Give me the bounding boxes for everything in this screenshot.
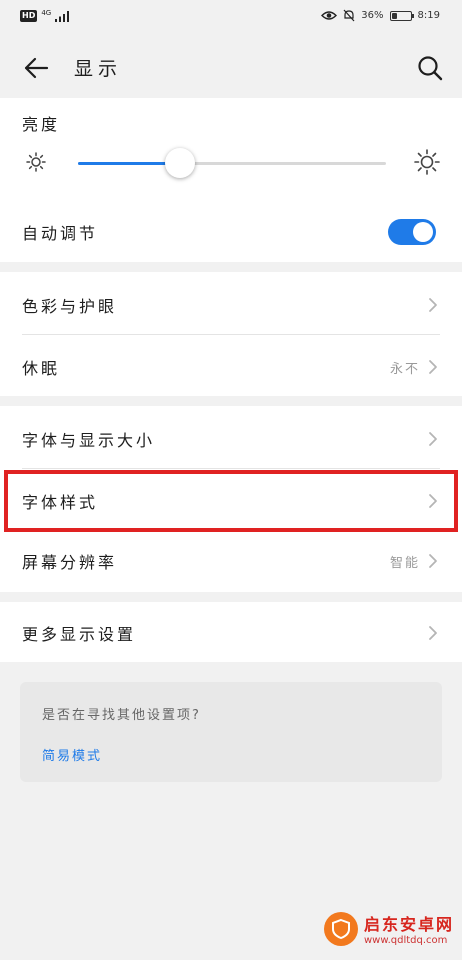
search-icon xyxy=(418,56,443,81)
suggestion-card: 是否在寻找其他设置项? 简易模式 xyxy=(20,682,442,782)
status-bar: HD 4G 36% 8:19 xyxy=(0,0,462,36)
chevron-right-icon xyxy=(429,554,437,568)
status-left: HD 4G xyxy=(20,9,70,22)
battery-percent: 36% xyxy=(361,10,384,21)
settings-row-font-display-size[interactable]: 字体与显示大小 xyxy=(0,406,462,472)
watermark-logo-icon xyxy=(323,911,358,946)
chevron-right-icon xyxy=(429,626,437,640)
watermark: 启东安卓网 www.qdltdq.com xyxy=(323,911,454,946)
signal-icon xyxy=(55,10,70,22)
toggle-knob xyxy=(413,222,433,242)
hd-badge: HD xyxy=(20,10,38,22)
auto-adjust-toggle[interactable] xyxy=(388,219,436,245)
suggestion-question: 是否在寻找其他设置项? xyxy=(42,708,201,723)
battery-level-fill xyxy=(391,12,397,19)
brightness-high-icon xyxy=(414,149,440,175)
brightness-slider-thumb[interactable] xyxy=(164,148,195,178)
shield-logo-icon xyxy=(331,918,350,939)
highlight-box xyxy=(4,470,458,532)
brightness-slider[interactable] xyxy=(78,148,386,178)
chevron-right-icon xyxy=(429,432,437,446)
brightness-card: 亮度 自动调节 xyxy=(0,98,462,262)
back-button[interactable] xyxy=(18,50,54,86)
settings-row-sleep[interactable]: 休眠 永不 xyxy=(0,334,462,400)
mute-bell-icon xyxy=(343,9,355,22)
chevron-right-icon xyxy=(429,298,437,312)
settings-row-more-display[interactable]: 更多显示设置 xyxy=(0,600,462,666)
page-title: 显示 xyxy=(74,58,123,80)
watermark-name: 启东安卓网 xyxy=(363,915,454,934)
settings-row-color-eye[interactable]: 色彩与护眼 xyxy=(0,272,462,338)
auto-adjust-label: 自动调节 xyxy=(22,224,99,243)
row-label: 更多显示设置 xyxy=(22,625,137,644)
row-value: 永不 xyxy=(389,362,420,377)
eye-icon xyxy=(321,11,338,20)
back-arrow-icon xyxy=(24,57,49,79)
battery-icon xyxy=(389,10,414,21)
brightness-label: 亮度 xyxy=(22,115,61,134)
search-button[interactable] xyxy=(412,50,448,86)
app-bar: 显示 xyxy=(0,36,462,100)
watermark-url: www.qdltdq.com xyxy=(363,935,448,946)
row-label: 字体与显示大小 xyxy=(22,431,156,450)
settings-row-screen-resolution[interactable]: 屏幕分辨率 智能 xyxy=(0,528,462,594)
row-label: 色彩与护眼 xyxy=(22,297,118,316)
status-time: 8:19 xyxy=(417,10,440,21)
more-settings-card: 更多显示设置 xyxy=(0,602,462,662)
watermark-text: 启东安卓网 www.qdltdq.com xyxy=(364,911,454,946)
network-type-label: 4G xyxy=(41,9,52,17)
color-sleep-card: 色彩与护眼 休眠 永不 xyxy=(0,272,462,396)
row-value: 智能 xyxy=(389,556,420,571)
brightness-low-icon xyxy=(26,152,46,172)
simple-mode-link[interactable]: 简易模式 xyxy=(42,745,102,764)
row-label: 屏幕分辨率 xyxy=(22,553,118,572)
chevron-right-icon xyxy=(429,360,437,374)
row-label: 休眠 xyxy=(22,359,61,378)
status-right: 36% 8:19 xyxy=(321,9,440,22)
